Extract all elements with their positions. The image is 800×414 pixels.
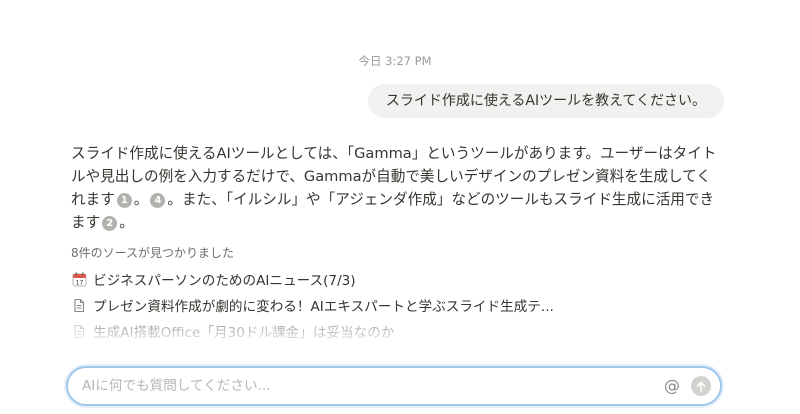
source-item[interactable]: 生成AI搭載Office「月30ドル課金」は妥当なのか: [71, 318, 731, 344]
source-title: ビジネスパーソンのためのAIニュース(7/3): [93, 273, 356, 289]
source-title: プレゼン資料作成が劇的に変わる！AIエキスパートと学ぶスライド生成テ...: [93, 299, 554, 315]
citation-badge-1[interactable]: 1: [116, 193, 132, 208]
answer-text: 。: [133, 191, 149, 208]
send-button[interactable]: [691, 376, 711, 396]
source-title: 生成AI搭載Office「月30ドル課金」は妥当なのか: [93, 325, 395, 341]
answer-text: 。: [119, 214, 134, 231]
arrow-up-icon: [696, 381, 706, 392]
source-item[interactable]: プレゼン資料作成が劇的に変わる！AIエキスパートと学ぶスライド生成テ...: [71, 292, 731, 318]
page-icon: [71, 323, 87, 339]
chat-input[interactable]: [82, 368, 642, 404]
calendar-icon: 17: [71, 271, 87, 287]
citation-badge-4[interactable]: 4: [150, 193, 166, 208]
source-item[interactable]: 17 ビジネスパーソンのためのAIニュース(7/3): [71, 266, 731, 292]
page-icon: [71, 297, 87, 313]
mention-button[interactable]: @: [662, 376, 682, 396]
ai-chat-panel: 今日 3:27 PM スライド作成に使えるAIツールを教えてください。 スライド…: [0, 0, 800, 414]
sources-count-label: 8件のソースが見つかりました: [71, 246, 235, 260]
citation-badge-2[interactable]: 2: [102, 216, 118, 231]
ai-answer: スライド作成に使えるAIツールとしては、「Gamma」というツールがあります。ユ…: [71, 142, 723, 234]
svg-text:17: 17: [75, 279, 83, 286]
answer-text: 。また、「イルシル」や「アジェンダ作成」などのツールもスライド生成に活用できます: [71, 191, 715, 231]
message-timestamp: 今日 3:27 PM: [358, 54, 432, 68]
chat-composer: @: [66, 366, 722, 406]
source-list: 17 ビジネスパーソンのためのAIニュース(7/3) プレゼン資料作成が劇的に変…: [71, 266, 731, 344]
user-message-bubble: スライド作成に使えるAIツールを教えてください。: [367, 84, 724, 118]
